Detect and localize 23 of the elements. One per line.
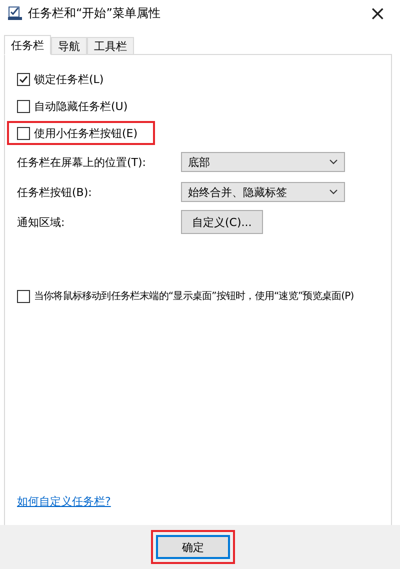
setting-label: 任务栏按钮(B): xyxy=(17,184,93,200)
checkbox[interactable] xyxy=(17,290,30,302)
checkbox-label: 使用小任务栏按钮(E) xyxy=(34,126,138,140)
setting-label: 任务栏在屏幕上的位置(T): xyxy=(17,154,148,170)
dropdown[interactable]: 底部 xyxy=(181,152,345,172)
checkbox[interactable] xyxy=(17,126,30,140)
setting-label: 通知区域: xyxy=(17,214,66,230)
dropdown[interactable]: 始终合并、隐藏标签 xyxy=(181,182,345,202)
close-button[interactable]: × xyxy=(363,1,392,25)
checkbox-label: 自动隐藏任务栏(U) xyxy=(34,98,128,114)
ok-button[interactable]: 确定 xyxy=(156,535,230,559)
checkbox[interactable] xyxy=(17,72,30,86)
tab[interactable]: 工具栏 xyxy=(87,37,134,55)
checkbox-label: 当你将鼠标移动到任务栏末端的“显示桌面”按钮时，使用“速览”预览桌面(P) xyxy=(34,290,354,303)
chevron-down-icon xyxy=(329,159,338,165)
customize-button[interactable]: 自定义(C)... xyxy=(181,210,263,234)
checkbox-label: 锁定任务栏(L) xyxy=(34,72,104,86)
checkbox[interactable] xyxy=(17,100,30,112)
chevron-down-icon xyxy=(329,189,338,195)
tab[interactable]: 导航 xyxy=(51,37,87,55)
window-title: 任务栏和“开始”菜单属性 xyxy=(28,4,162,22)
help-link[interactable]: 如何自定义任务栏? xyxy=(17,494,391,509)
tab[interactable]: 任务栏 xyxy=(4,35,51,55)
